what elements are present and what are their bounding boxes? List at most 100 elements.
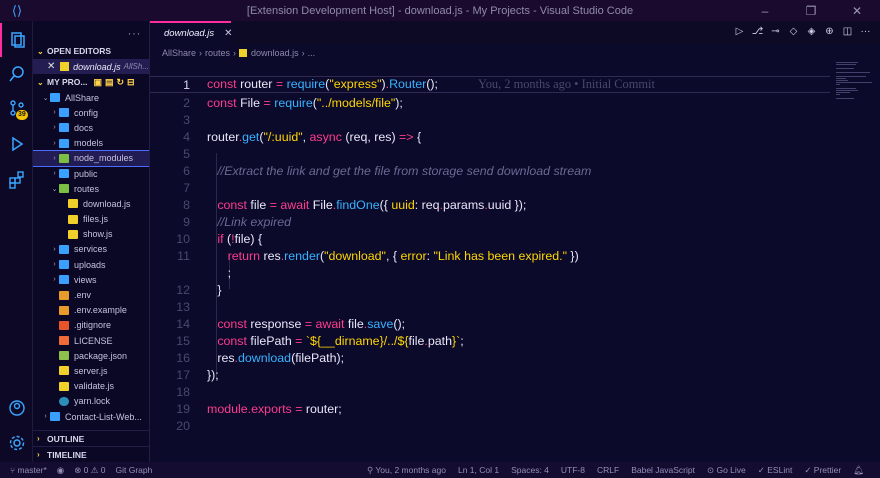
diff-icon[interactable]: ⎇	[751, 25, 764, 38]
folder-icon	[59, 169, 69, 179]
tree-item[interactable]: › config	[33, 105, 149, 120]
code-line: 16 res.download(filePath);	[150, 349, 830, 366]
tree-item-label: uploads	[74, 259, 106, 270]
problems-count[interactable]: ⊗ 0 ⚠ 0	[74, 465, 105, 476]
prettier-status[interactable]: ✓ Prettier	[804, 465, 841, 476]
close-tab-icon[interactable]: ✕	[224, 28, 232, 39]
folder-icon	[50, 93, 60, 103]
go-live-button[interactable]: ⊙ Go Live	[707, 465, 746, 476]
tree-item[interactable]: ⌄ AllShare	[33, 90, 149, 105]
breadcrumb-routes[interactable]: routes	[205, 48, 230, 58]
git-branch[interactable]: ⑂ master*	[10, 465, 47, 475]
code-line: 17 });	[150, 366, 830, 383]
git-graph-button[interactable]: Git Graph	[115, 465, 152, 475]
tree-item[interactable]: › views	[33, 272, 149, 287]
more-actions-icon[interactable]: ···	[859, 25, 872, 38]
tree-item-label: server.js	[74, 365, 108, 376]
tree-item[interactable]: server.js	[33, 363, 149, 378]
code-line: 5	[150, 145, 830, 162]
indentation[interactable]: Spaces: 4	[511, 465, 549, 475]
code-line: 4 router.get("/:uuid", async (req, res) …	[150, 128, 830, 145]
eslint-status[interactable]: ✓ ESLint	[758, 465, 793, 476]
chevron-right-icon: ›	[53, 124, 56, 132]
code-line: ;	[207, 265, 232, 280]
minimap[interactable]	[830, 61, 880, 462]
tree-item-label: routes	[74, 183, 100, 194]
line-number: 5	[183, 146, 190, 161]
tree-item[interactable]: files.js	[33, 212, 149, 227]
tree-item[interactable]: yarn.lock	[33, 394, 149, 409]
open-editor-item[interactable]: ✕ download.js AllSh...	[33, 59, 149, 74]
cursor-position[interactable]: Ln 1, Col 1	[458, 465, 499, 475]
status-bar: ⑂ master* ◉ ⊗ 0 ⚠ 0 Git Graph ⚲ You, 2 m…	[0, 462, 880, 478]
explorer-header-dots[interactable]: ···	[128, 26, 142, 40]
tree-item[interactable]: show.js	[33, 227, 149, 242]
tree-item[interactable]: .env.example	[33, 303, 149, 318]
breadcrumb-file[interactable]: download.js	[251, 48, 299, 58]
settings-gear-icon[interactable]	[0, 426, 33, 460]
new-folder-icon[interactable]: ▤	[105, 77, 114, 88]
breadcrumb-symbol[interactable]: ...	[308, 48, 316, 58]
split-editor-icon[interactable]: ◫	[841, 25, 854, 38]
folder-icon	[59, 108, 69, 118]
close-window-button[interactable]: ✕	[834, 0, 880, 21]
tree-item[interactable]: › Contact-List-Web...	[33, 409, 149, 424]
open-editors-section[interactable]: ⌄ OPEN EDITORS	[33, 43, 149, 59]
new-file-icon[interactable]: ▣	[93, 77, 102, 88]
refresh-icon[interactable]: ↻	[117, 77, 125, 88]
git-commit-icon[interactable]: ⊸	[769, 25, 782, 38]
extensions-icon[interactable]	[0, 163, 33, 197]
live-share-icon[interactable]: ◉	[57, 465, 64, 476]
source-control-icon[interactable]: 39	[0, 91, 33, 125]
tree-item-label: Contact-List-Web...	[65, 411, 142, 422]
tree-item[interactable]: › node_modules	[33, 149, 149, 167]
encoding[interactable]: UTF-8	[561, 465, 585, 475]
tree-item[interactable]: download.js	[33, 196, 149, 211]
tree-item[interactable]: ⌄ routes	[33, 181, 149, 196]
lic-file-icon	[59, 336, 69, 346]
outline-section[interactable]: › OUTLINE	[33, 430, 149, 446]
code-line: 1 const router = require("express").Rout…	[150, 76, 830, 93]
run-icon[interactable]: ▷	[733, 25, 746, 38]
tree-item-label: views	[74, 274, 97, 285]
previous-change-icon[interactable]: ◇	[787, 25, 800, 38]
notifications-icon[interactable]: 🔔︎	[853, 465, 864, 476]
tree-item[interactable]: package.json	[33, 348, 149, 363]
tree-item[interactable]: .gitignore	[33, 318, 149, 333]
next-change-icon[interactable]: ◈	[805, 25, 818, 38]
tree-item-label: show.js	[83, 229, 113, 240]
project-section[interactable]: ⌄ MY PRO... ▣ ▤ ↻ ⊟	[33, 74, 149, 90]
line-ending[interactable]: CRLF	[597, 465, 619, 475]
search-icon[interactable]	[0, 57, 33, 91]
tree-item[interactable]: › models	[33, 136, 149, 151]
minimize-button[interactable]: –	[742, 0, 788, 21]
tree-item[interactable]: › public	[33, 166, 149, 181]
chevron-right-icon: ›	[37, 434, 40, 443]
tree-item[interactable]: LICENSE	[33, 333, 149, 348]
language-mode[interactable]: Babel JavaScript	[631, 465, 695, 475]
tab-download-js[interactable]: download.js ✕	[150, 21, 233, 44]
timeline-section[interactable]: › TIMELINE	[33, 446, 149, 462]
run-debug-icon[interactable]	[0, 127, 33, 161]
breadcrumb-allshare[interactable]: AllShare	[162, 48, 196, 58]
line-number: 16	[176, 350, 190, 365]
tree-item[interactable]: › uploads	[33, 257, 149, 272]
code-editor[interactable]: 1 const router = require("express").Rout…	[150, 61, 830, 462]
tree-item[interactable]: › services	[33, 242, 149, 257]
line-number: 2	[183, 95, 190, 110]
tree-item-label: LICENSE	[74, 335, 113, 346]
explorer-icon[interactable]	[0, 23, 33, 57]
tree-item[interactable]: › docs	[33, 120, 149, 135]
restore-button[interactable]: ❐	[788, 0, 834, 21]
close-icon[interactable]: ✕	[47, 61, 55, 72]
json-file-icon	[59, 351, 69, 361]
chevron-down-icon: ⌄	[37, 46, 44, 56]
tree-item[interactable]: .env	[33, 287, 149, 302]
account-icon[interactable]	[0, 391, 33, 425]
line-number: 4	[183, 129, 190, 144]
tree-item[interactable]: validate.js	[33, 379, 149, 394]
collapse-all-icon[interactable]: ⊟	[127, 77, 135, 88]
js-file-icon	[59, 381, 69, 391]
toggle-blame-icon[interactable]: ⊕	[823, 25, 836, 38]
blame-status[interactable]: ⚲ You, 2 months ago	[367, 465, 446, 476]
